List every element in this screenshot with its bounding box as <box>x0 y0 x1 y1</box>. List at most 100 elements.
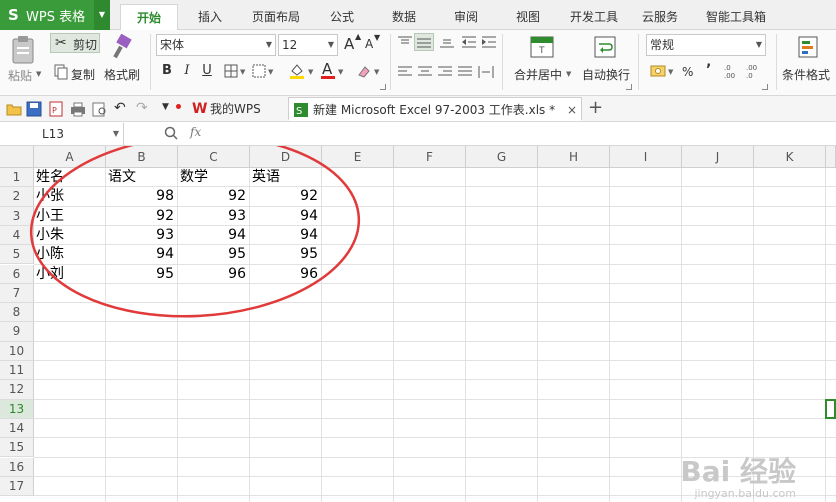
merge-center-button[interactable]: 合并居中 <box>514 66 562 83</box>
increase-indent-icon[interactable] <box>482 36 496 48</box>
cell-c2[interactable]: 92 <box>178 187 249 206</box>
undo-icon[interactable]: ↶ <box>114 100 126 116</box>
column-header-a[interactable]: A <box>34 146 106 168</box>
fill-pattern-icon[interactable] <box>252 64 266 78</box>
close-tab-icon[interactable]: × <box>567 98 577 122</box>
cell-d5[interactable]: 95 <box>250 245 321 264</box>
align-middle-button[interactable] <box>414 33 434 51</box>
cell-b6[interactable]: 95 <box>106 265 177 284</box>
select-all-corner[interactable] <box>0 146 34 168</box>
row-header-10[interactable]: 10 <box>0 341 34 361</box>
save-icon[interactable] <box>26 101 42 117</box>
align-top-icon[interactable] <box>398 36 412 48</box>
tab-smart-tools[interactable]: 智能工具箱 <box>698 4 774 30</box>
percent-button[interactable]: % <box>682 65 693 79</box>
chevron-down-icon[interactable]: ▼ <box>94 0 110 30</box>
paste-icon[interactable] <box>10 35 36 65</box>
row-header-5[interactable]: 5 <box>0 245 34 265</box>
row-header-15[interactable]: 15 <box>0 438 34 458</box>
fill-color-dropdown-icon[interactable]: ▼ <box>308 68 313 76</box>
cell-a4[interactable]: 小朱 <box>34 226 105 245</box>
row-header-9[interactable]: 9 <box>0 322 34 342</box>
bold-button[interactable]: B <box>158 62 176 80</box>
column-header-j[interactable]: J <box>682 146 754 168</box>
underline-button[interactable]: U <box>198 62 216 80</box>
row-header-11[interactable]: 11 <box>0 361 34 381</box>
column-header-partial[interactable] <box>826 146 836 168</box>
cell-c6[interactable]: 96 <box>178 265 249 284</box>
cell-a6[interactable]: 小刘 <box>34 265 105 284</box>
currency-icon[interactable] <box>650 64 666 78</box>
row-header-6[interactable]: 6 <box>0 264 34 284</box>
tab-home[interactable]: 开始 <box>120 4 178 30</box>
tab-document[interactable]: S 新建 Microsoft Excel 97-2003 工作表.xls * × <box>288 97 582 121</box>
cell-b5[interactable]: 94 <box>106 245 177 264</box>
decrease-decimal-icon[interactable]: .00 .0 <box>746 62 762 80</box>
wrap-text-icon[interactable] <box>594 36 616 58</box>
cell-a5[interactable]: 小陈 <box>34 245 105 264</box>
cell-d6[interactable]: 96 <box>250 265 321 284</box>
column-header-g[interactable]: G <box>466 146 538 168</box>
distribute-icon[interactable] <box>478 66 494 78</box>
tab-review[interactable]: 审阅 <box>442 4 490 30</box>
insert-function-button[interactable]: fx <box>190 125 201 139</box>
column-header-i[interactable]: I <box>610 146 682 168</box>
column-header-h[interactable]: H <box>538 146 610 168</box>
align-bottom-icon[interactable] <box>440 36 454 48</box>
paste-dropdown-icon[interactable]: ▼ <box>36 70 41 78</box>
clear-format-dropdown-icon[interactable]: ▼ <box>374 68 379 76</box>
conditional-format-icon[interactable] <box>798 36 822 60</box>
row-header-4[interactable]: 4 <box>0 225 34 246</box>
wrap-text-button[interactable]: 自动换行 <box>582 66 630 83</box>
justify-icon[interactable] <box>458 66 472 78</box>
align-right-icon[interactable] <box>438 66 452 78</box>
number-format-select[interactable]: 常规 ▼ <box>646 34 766 56</box>
comma-style-button[interactable]: ’ <box>706 62 711 78</box>
column-header-e[interactable]: E <box>322 146 394 168</box>
row-header-13[interactable]: 13 <box>0 399 34 419</box>
row-header-16[interactable]: 16 <box>0 457 34 477</box>
cell-c1[interactable]: 数学 <box>178 168 249 187</box>
row-header-12[interactable]: 12 <box>0 380 34 400</box>
border-icon[interactable] <box>224 64 238 78</box>
cell-a2[interactable]: 小张 <box>34 187 105 206</box>
merge-center-icon[interactable]: T <box>530 36 554 58</box>
row-header-17[interactable]: 17 <box>0 476 34 497</box>
cell-b4[interactable]: 93 <box>106 226 177 245</box>
row-header-3[interactable]: 3 <box>0 206 34 226</box>
cell-c3[interactable]: 93 <box>178 207 249 226</box>
cell-d2[interactable]: 92 <box>250 187 321 206</box>
column-header-f[interactable]: F <box>394 146 466 168</box>
selected-cell[interactable] <box>825 398 836 419</box>
paste-button[interactable]: 粘贴 <box>8 67 32 84</box>
fill-pattern-dropdown-icon[interactable]: ▼ <box>268 68 273 76</box>
cell-b3[interactable]: 92 <box>106 207 177 226</box>
font-size-select[interactable]: 12 ▼ <box>278 34 338 56</box>
font-color-button[interactable]: A <box>320 60 336 80</box>
cell-a1[interactable]: 姓名 <box>34 168 105 187</box>
tab-insert[interactable]: 插入 <box>186 4 234 30</box>
tab-my-wps[interactable]: W 我的WPS <box>188 97 280 121</box>
clear-format-icon[interactable] <box>356 63 372 79</box>
tab-developer[interactable]: 开发工具 <box>562 4 626 30</box>
decrease-font-button[interactable]: A <box>365 37 373 51</box>
row-header-2[interactable]: 2 <box>0 187 34 207</box>
format-painter-icon[interactable] <box>110 34 134 60</box>
alignment-settings-launcher[interactable] <box>626 84 632 90</box>
fill-color-icon[interactable] <box>288 62 306 80</box>
column-header-b[interactable]: B <box>106 146 178 168</box>
row-header-14[interactable]: 14 <box>0 418 34 439</box>
row-header-7[interactable]: 7 <box>0 283 34 304</box>
row-header-1[interactable]: 1 <box>0 168 34 188</box>
align-left-icon[interactable] <box>398 66 412 78</box>
cell-d3[interactable]: 94 <box>250 207 321 226</box>
redo-icon[interactable]: ↷ <box>136 100 148 116</box>
column-header-c[interactable]: C <box>178 146 250 168</box>
app-menu-button[interactable]: S WPS 表格 ▼ <box>0 0 110 30</box>
number-settings-launcher[interactable] <box>762 84 768 90</box>
font-color-dropdown-icon[interactable]: ▼ <box>338 68 343 76</box>
font-name-select[interactable]: 宋体 ▼ <box>156 34 276 56</box>
column-header-d[interactable]: D <box>250 146 322 168</box>
name-box[interactable]: L13 ▼ <box>0 123 124 145</box>
align-center-icon[interactable] <box>418 66 432 78</box>
